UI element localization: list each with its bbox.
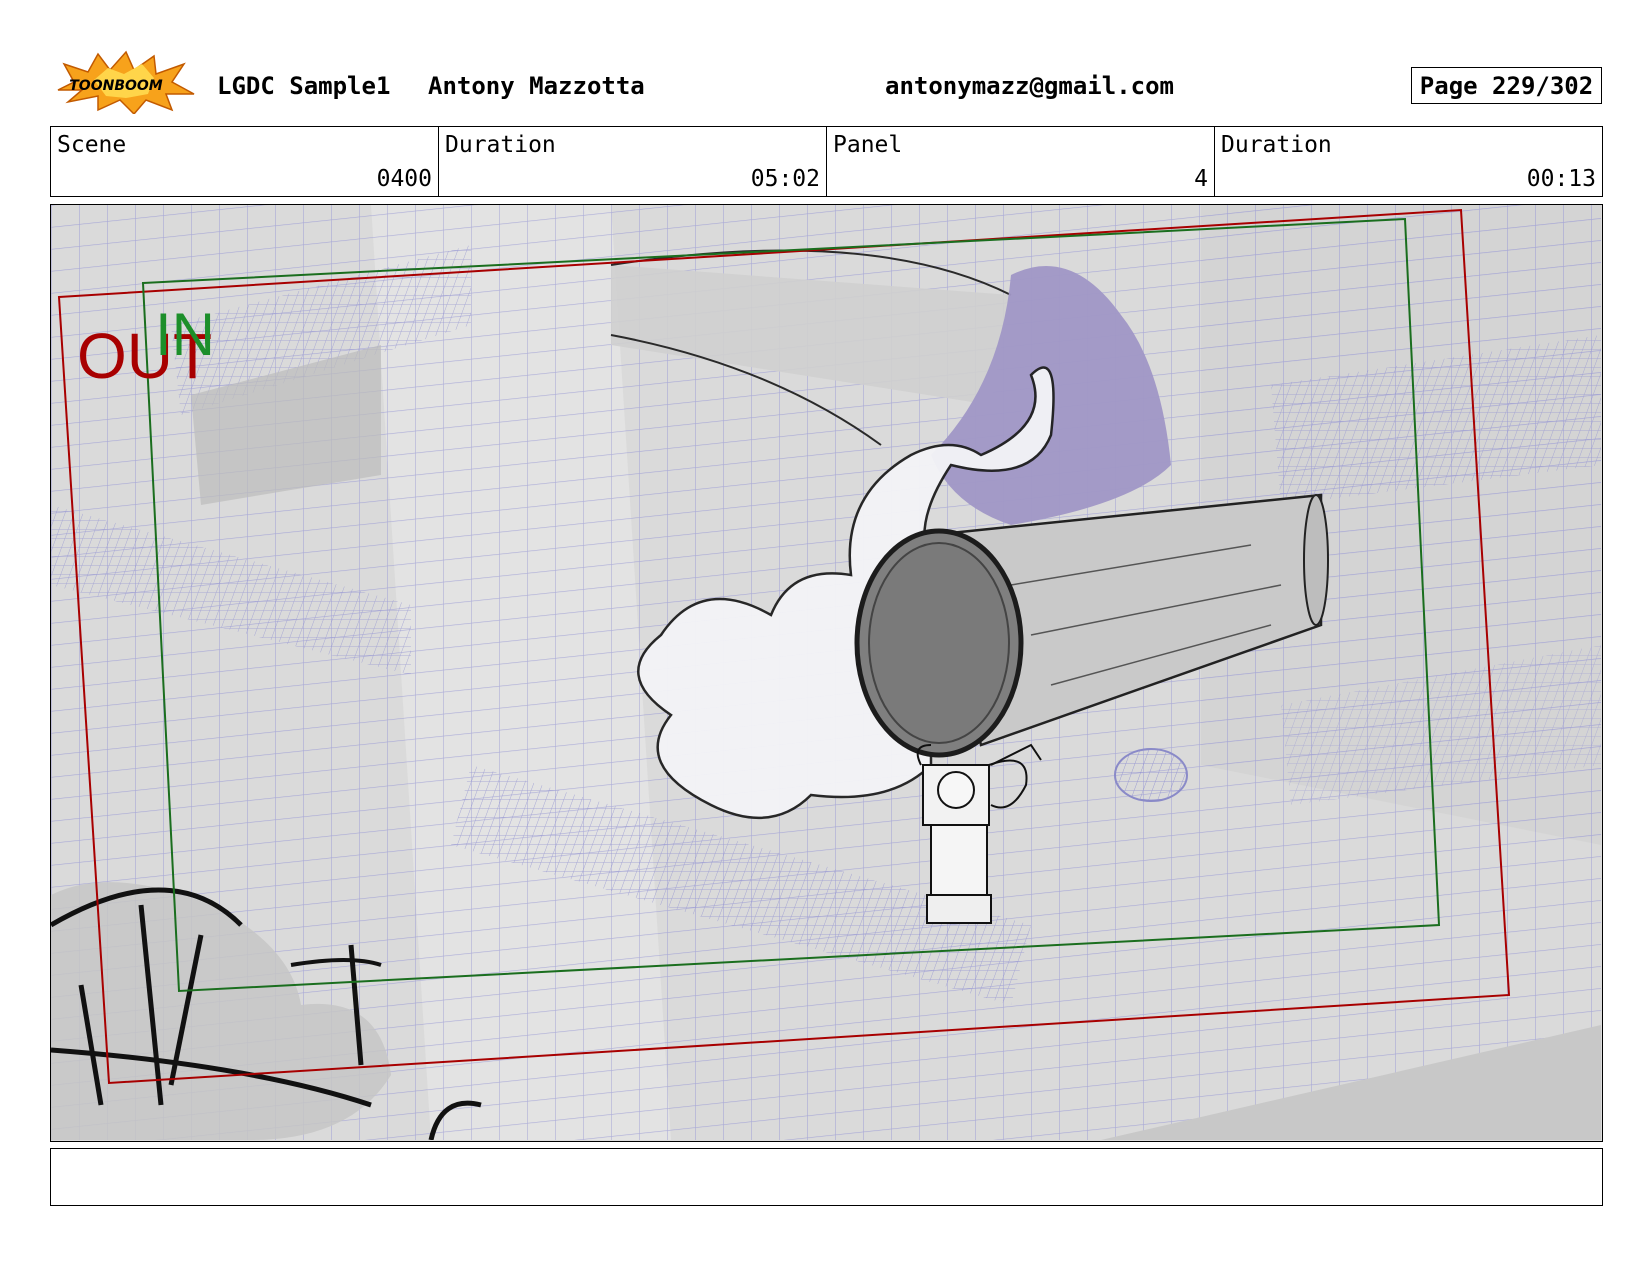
page-number: Page 229/302 <box>1411 67 1602 104</box>
author-email: antonymazz@gmail.com <box>885 72 1174 100</box>
toonboom-logo: TOONBOOM <box>54 50 198 116</box>
panel-cell: Panel 4 <box>827 127 1215 196</box>
scene-duration-value: 05:02 <box>750 166 820 192</box>
storyboard-panel: OUT IN <box>50 204 1603 1142</box>
logo-wordmark: TOONBOOM <box>69 78 163 94</box>
page-header: TOONBOOM LGDC Sample1 Antony Mazzotta an… <box>0 0 1648 120</box>
panel-notes-box[interactable] <box>50 1148 1603 1206</box>
scene-duration-label: Duration <box>445 132 556 158</box>
scene-value: 0400 <box>376 166 432 192</box>
panel-artwork: OUT IN <box>51 205 1601 1140</box>
panel-value: 4 <box>1194 166 1208 192</box>
panel-duration-cell: Duration 00:13 <box>1215 127 1602 196</box>
panel-label: Panel <box>833 132 903 158</box>
hanging-lamp <box>1114 748 1188 802</box>
in-label: IN <box>155 301 215 368</box>
project-title: LGDC Sample1 <box>217 72 391 100</box>
scene-cell: Scene 0400 <box>51 127 439 196</box>
panel-duration-label: Duration <box>1221 132 1332 158</box>
scene-info-table: Scene 0400 Duration 05:02 Panel 4 Durati… <box>50 126 1603 197</box>
scene-duration-cell: Duration 05:02 <box>439 127 827 196</box>
author-name: Antony Mazzotta <box>428 72 645 100</box>
panel-duration-value: 00:13 <box>1526 166 1596 192</box>
scene-label: Scene <box>57 132 127 158</box>
